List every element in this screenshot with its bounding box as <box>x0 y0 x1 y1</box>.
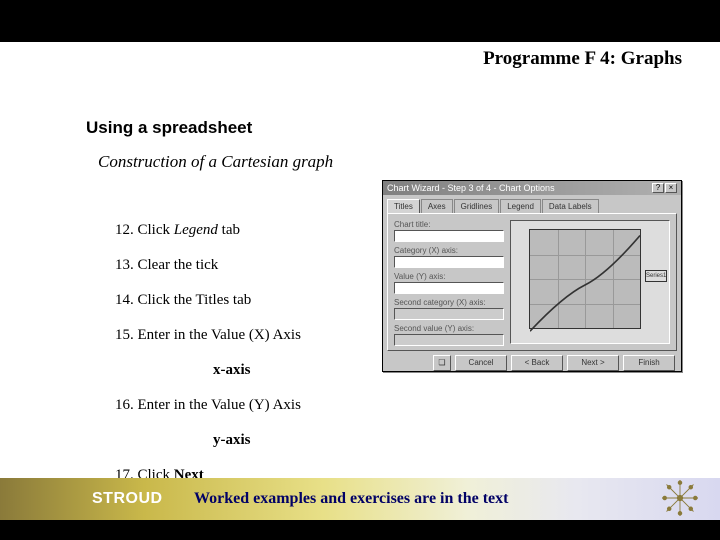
preview-legend: Series1 <box>645 270 667 282</box>
tab-axes[interactable]: Axes <box>421 199 453 213</box>
label-sec-y: Second value (Y) axis: <box>394 324 504 333</box>
next-button[interactable]: Next > <box>567 355 619 371</box>
close-icon[interactable]: × <box>665 183 677 193</box>
tab-titles[interactable]: Titles <box>387 199 420 213</box>
chart-wizard-dialog: Chart Wizard - Step 3 of 4 - Chart Optio… <box>382 180 682 372</box>
input-val-y[interactable] <box>394 282 504 294</box>
input-cat-x[interactable] <box>394 256 504 268</box>
step-15-value: x-axis <box>213 360 301 381</box>
label-chart-title: Chart title: <box>394 220 504 229</box>
step-16: 16. Enter in the Value (Y) Axis <box>115 395 301 416</box>
subtitle: Construction of a Cartesian graph <box>98 152 333 172</box>
dialog-title-text: Chart Wizard - Step 3 of 4 - Chart Optio… <box>387 183 555 193</box>
step-12: 12. Click Legend tab <box>115 220 301 241</box>
label-val-y: Value (Y) axis: <box>394 272 504 281</box>
section-heading: Using a spreadsheet <box>86 118 252 138</box>
label-sec-x: Second category (X) axis: <box>394 298 504 307</box>
input-sec-x <box>394 308 504 320</box>
back-button[interactable]: < Back <box>511 355 563 371</box>
instruction-list: 12. Click Legend tab 13. Clear the tick … <box>115 220 301 500</box>
tab-legend[interactable]: Legend <box>500 199 541 213</box>
cancel-button[interactable]: Cancel <box>455 355 507 371</box>
dialog-tabs: Titles Axes Gridlines Legend Data Labels <box>387 199 677 213</box>
preview-curve <box>530 230 640 340</box>
brand-label: STROUD <box>92 490 163 508</box>
publisher-logo-icon <box>662 480 698 516</box>
input-chart-title[interactable] <box>394 230 504 242</box>
step-14: 14. Click the Titles tab <box>115 290 301 311</box>
step-16-value: y-axis <box>213 430 301 451</box>
footer-note: Worked examples and exercises are in the… <box>194 490 508 508</box>
tab-data-labels[interactable]: Data Labels <box>542 199 599 213</box>
tab-gridlines[interactable]: Gridlines <box>454 199 500 213</box>
label-cat-x: Category (X) axis: <box>394 246 504 255</box>
step-15: 15. Enter in the Value (X) Axis <box>115 325 301 346</box>
chart-preview: Series1 <box>510 220 670 344</box>
help-icon[interactable]: ? <box>652 183 664 193</box>
finish-button[interactable]: Finish <box>623 355 675 371</box>
programme-title: Programme F 4: Graphs <box>483 48 682 70</box>
step-13: 13. Clear the tick <box>115 255 301 276</box>
dialog-titlebar: Chart Wizard - Step 3 of 4 - Chart Optio… <box>383 181 681 195</box>
office-assistant-icon[interactable]: ❏ <box>433 355 451 371</box>
input-sec-y <box>394 334 504 346</box>
